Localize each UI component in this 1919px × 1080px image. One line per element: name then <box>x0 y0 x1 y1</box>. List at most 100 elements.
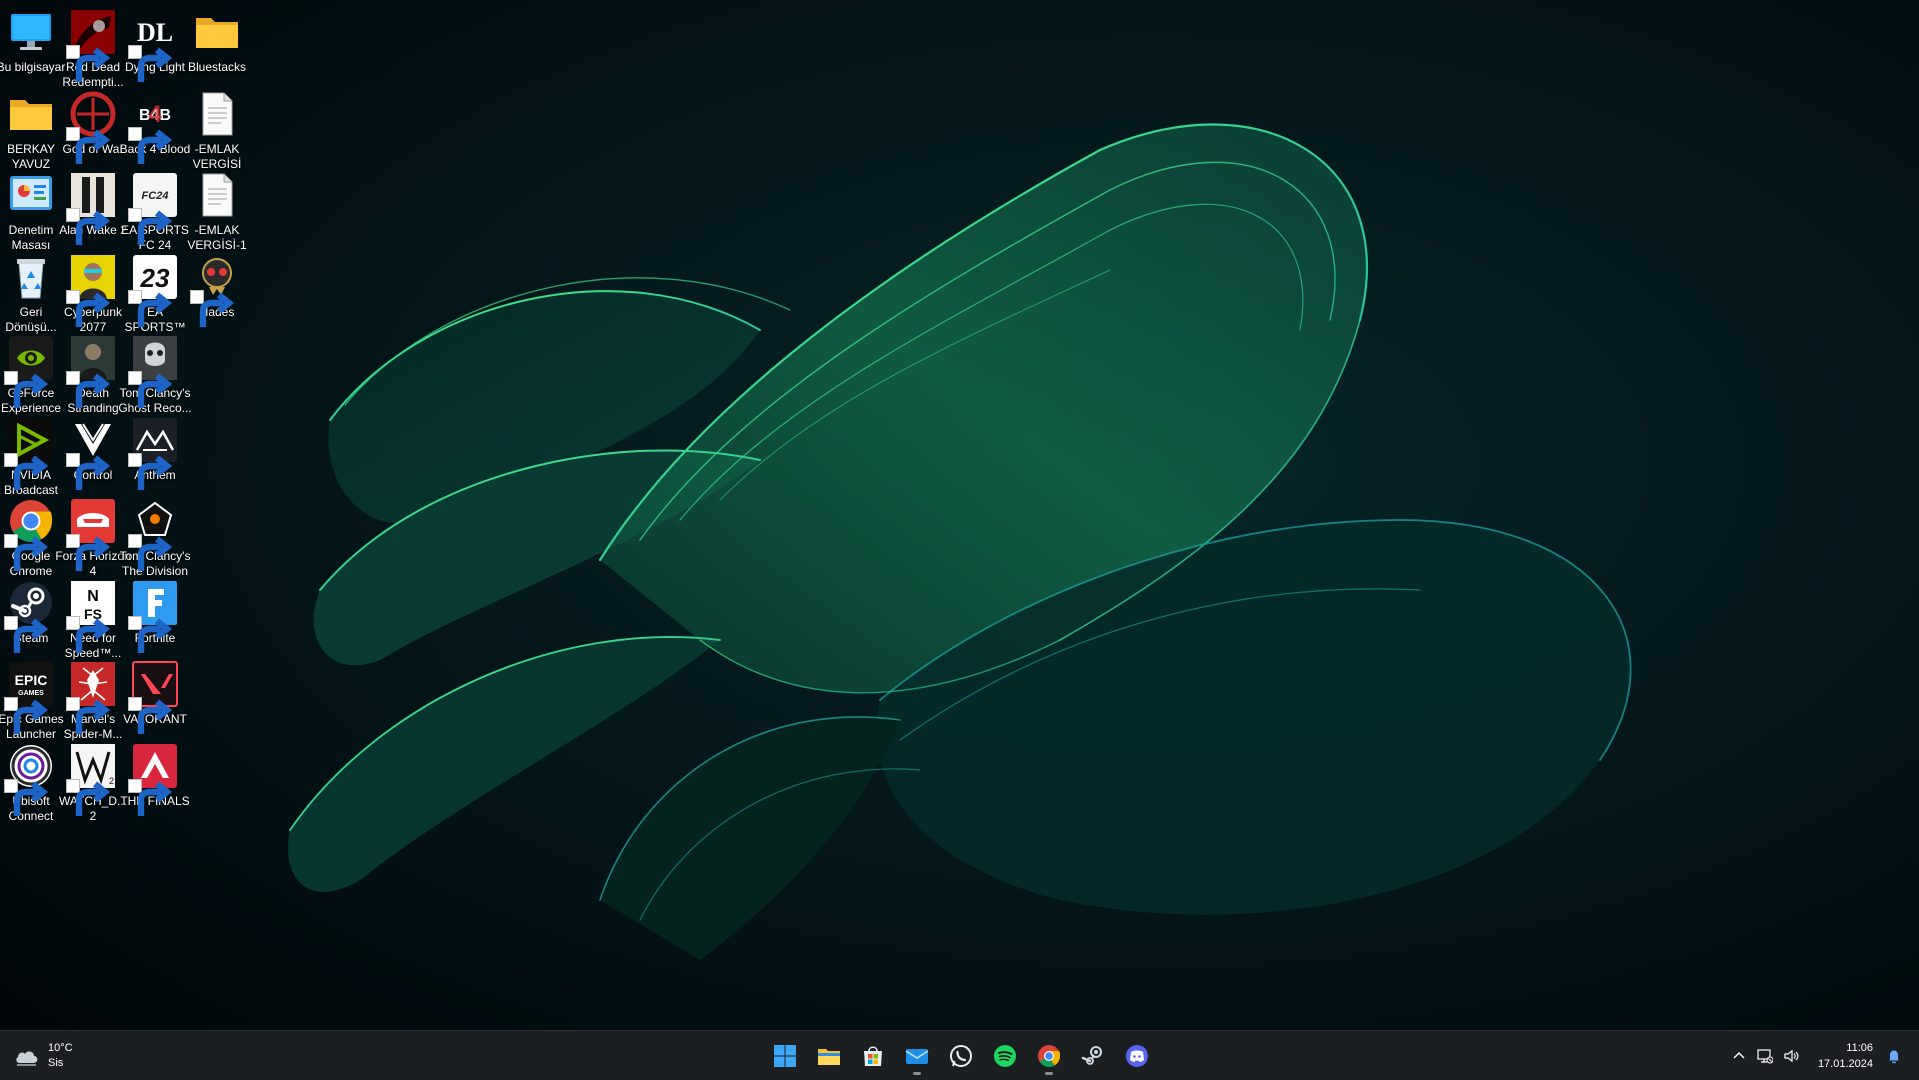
ubisoft-icon <box>4 742 55 816</box>
network-status-button[interactable] <box>1757 1048 1773 1064</box>
desktop-icon-the-finals[interactable]: THE FINALS <box>117 734 193 830</box>
notifications-button[interactable] <box>1886 1048 1902 1064</box>
fifa23-icon: 23 <box>128 253 179 327</box>
shortcut-arrow-icon <box>4 697 49 734</box>
shortcut-arrow-icon <box>66 289 111 327</box>
shortcut-arrow-icon <box>128 452 173 490</box>
shortcut-arrow-icon <box>66 534 111 571</box>
epic-games-icon: EPIC GAMES <box>4 660 55 734</box>
shortcut-arrow-icon <box>128 208 173 245</box>
dying-light-icon: DL <box>128 8 179 82</box>
spotify-icon <box>994 1045 1016 1067</box>
shortcut-arrow-icon <box>128 45 173 82</box>
shortcut-arrow-icon <box>128 778 173 816</box>
show-hidden-icons-button[interactable] <box>1731 1048 1747 1064</box>
volume-button[interactable] <box>1783 1048 1799 1064</box>
control-game-icon <box>66 416 117 490</box>
shortcut-arrow-icon <box>66 208 111 245</box>
valorant-icon <box>128 660 179 734</box>
discord-button[interactable] <box>1117 1036 1157 1076</box>
store-icon <box>864 1046 882 1066</box>
forza-icon <box>66 497 117 571</box>
steam-icon <box>4 579 55 653</box>
svg-text:GAMES: GAMES <box>18 690 44 697</box>
folder-icon <box>193 8 241 56</box>
folder-icon <box>7 90 55 138</box>
ghost-recon-icon <box>128 334 179 408</box>
shortcut-arrow-icon <box>66 371 111 408</box>
nvidia-icon <box>4 334 55 408</box>
monitor-icon <box>7 8 55 56</box>
weather-temperature: 10°C <box>48 1042 73 1054</box>
running-indicator <box>1045 1072 1053 1075</box>
back-4-blood-icon: B4B 4 <box>128 90 179 164</box>
death-stranding-icon <box>66 334 117 408</box>
shortcut-arrow-icon <box>66 778 111 816</box>
desktop-icon-label: Bluestacks <box>187 60 247 74</box>
running-indicator <box>913 1072 921 1075</box>
chrome-icon <box>1038 1045 1061 1067</box>
anthem-icon <box>128 416 179 490</box>
system-tray: 11:06 17.01.2024 <box>1726 1038 1907 1074</box>
shortcut-arrow-icon <box>128 697 173 734</box>
microsoft-store-button[interactable] <box>853 1036 893 1076</box>
file-explorer-icon <box>818 1049 840 1065</box>
svg-text:DL: DL <box>137 18 173 47</box>
nvidia-broadcast-icon <box>4 416 55 490</box>
spotify-button[interactable] <box>985 1036 1025 1076</box>
mail-button[interactable] <box>897 1036 937 1076</box>
whatsapp-icon <box>950 1045 972 1067</box>
shortcut-arrow-icon <box>4 371 49 408</box>
whatsapp-button[interactable] <box>941 1036 981 1076</box>
clock-date: 17.01.2024 <box>1817 1058 1873 1070</box>
start-button[interactable] <box>765 1036 805 1076</box>
shortcut-arrow-icon <box>128 126 173 164</box>
watch-dogs-icon: 2 <box>66 742 117 816</box>
document-icon <box>193 171 241 219</box>
mail-icon <box>905 1049 929 1064</box>
clock[interactable]: 11:06 17.01.2024 <box>1818 1040 1873 1072</box>
spider-man-icon <box>66 660 117 734</box>
svg-text:N: N <box>87 588 99 605</box>
taskbar: 10°C Sis 11:06 17.01.2024 <box>0 1030 1919 1080</box>
the-finals-icon <box>128 742 179 816</box>
shortcut-arrow-icon <box>4 452 49 490</box>
clock-time: 11:06 <box>1846 1042 1873 1054</box>
shortcut-arrow-icon <box>66 452 111 490</box>
ea-fc24-icon: FC24 <box>128 171 179 245</box>
shortcut-arrow-icon <box>66 615 111 653</box>
desktop-icon-grid: Bu bilgisayar Red Dead Redempti... DL Dying… <box>0 0 1919 1030</box>
control-panel-icon <box>7 171 55 219</box>
god-of-war-icon <box>66 90 117 164</box>
weather-condition: Sis <box>48 1057 64 1069</box>
shortcut-arrow-icon <box>4 778 49 816</box>
cloud-icon <box>16 1051 38 1066</box>
chrome-icon <box>4 497 55 571</box>
chrome-button[interactable] <box>1029 1036 1069 1076</box>
windows-logo-icon <box>774 1045 796 1067</box>
chevron-up-icon <box>1733 1052 1745 1059</box>
recycle-bin-icon <box>7 253 55 301</box>
steam-icon <box>1081 1046 1102 1065</box>
shortcut-arrow-icon <box>190 289 235 327</box>
shortcut-arrow-icon <box>4 534 49 571</box>
discord-icon <box>1126 1045 1148 1067</box>
svg-text:FC24: FC24 <box>142 190 169 202</box>
svg-text:23: 23 <box>140 263 170 293</box>
alan-wake-icon <box>66 171 117 245</box>
svg-text:EPIC: EPIC <box>15 672 48 688</box>
weather-widget[interactable]: 10°C Sis <box>14 1038 73 1074</box>
shortcut-arrow-icon <box>128 534 173 571</box>
taskbar-pinned-apps <box>763 1036 1159 1076</box>
the-division-icon <box>128 497 179 571</box>
fortnite-icon <box>128 579 179 653</box>
steam-button[interactable] <box>1073 1036 1113 1076</box>
shortcut-arrow-icon <box>66 126 111 164</box>
file-explorer-button[interactable] <box>809 1036 849 1076</box>
red-dead-redemption-icon <box>66 8 117 82</box>
shortcut-arrow-icon <box>128 371 173 408</box>
shortcut-arrow-icon <box>4 615 49 653</box>
network-icon <box>1757 1049 1773 1064</box>
svg-text:4: 4 <box>148 101 162 128</box>
shortcut-arrow-icon <box>66 45 111 82</box>
